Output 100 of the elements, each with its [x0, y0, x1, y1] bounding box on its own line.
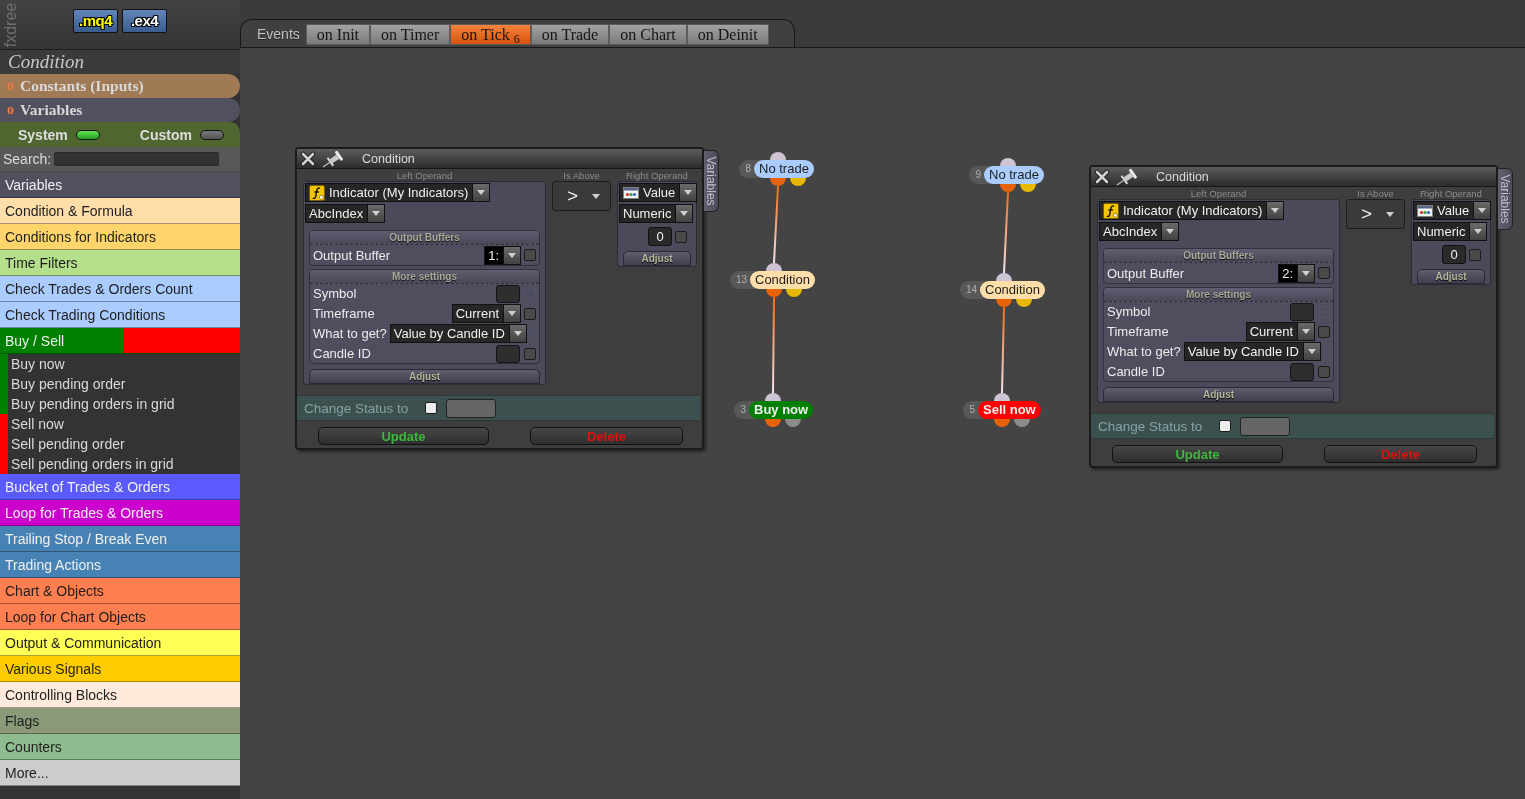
output-port-icon [1000, 184, 1016, 192]
checkbox[interactable] [524, 347, 536, 360]
input-field[interactable] [1290, 302, 1314, 321]
caret-icon [1478, 208, 1487, 213]
update-button[interactable]: Update [318, 427, 489, 445]
event-tab[interactable]: on Trade [530, 23, 610, 45]
close-icon[interactable] [1094, 168, 1110, 185]
column-label: Is Above [1356, 189, 1395, 199]
category-item[interactable]: Check Trading Conditions [0, 302, 240, 328]
caret-icon [1386, 211, 1395, 217]
checkbox[interactable] [425, 402, 438, 414]
event-tab[interactable]: on Timer [370, 23, 451, 45]
dropdown[interactable]: Indicator (My Indicators) [305, 183, 491, 202]
category-item[interactable]: Chart & Objects [0, 578, 240, 604]
file-button[interactable]: .ex4 [122, 8, 167, 33]
input-field[interactable] [446, 398, 497, 418]
category-item[interactable]: Controlling Blocks [0, 682, 240, 708]
event-tab[interactable]: on Chart [609, 23, 687, 45]
flow-node[interactable]: Condition [980, 281, 1045, 299]
input-port-icon [765, 393, 781, 401]
category-item[interactable]: Buy / Sell [0, 328, 240, 354]
dropdown[interactable]: 1: [484, 245, 521, 265]
output-port-icon [996, 299, 1012, 307]
category-item[interactable]: Counters [0, 734, 240, 760]
event-tab[interactable]: on Tick $_{6}$ [450, 23, 531, 45]
section-header[interactable]: o Variables [0, 98, 240, 122]
input-field[interactable] [496, 284, 520, 303]
close-icon[interactable] [300, 150, 316, 167]
flow-node[interactable]: No trade [754, 160, 814, 178]
input-field[interactable] [496, 344, 520, 363]
file-button[interactable]: .mq4 [73, 8, 118, 33]
input-field[interactable] [1240, 416, 1291, 436]
caret-icon [1307, 349, 1316, 355]
adjust-button[interactable]: Adjust [1103, 387, 1334, 402]
output-port-icon [785, 419, 801, 427]
flow-node[interactable]: No trade [984, 166, 1044, 184]
input-field[interactable] [1290, 362, 1314, 381]
category-item[interactable]: Output & Communication [0, 630, 240, 656]
dropdown[interactable]: AbcIndex [1099, 222, 1180, 241]
dropdown[interactable]: Value [1413, 201, 1492, 220]
checkbox[interactable] [524, 307, 536, 320]
category-item[interactable]: Check Trades & Orders Count [0, 276, 240, 302]
operator-dropdown[interactable]: > [1346, 199, 1405, 229]
category-item[interactable]: Various Signals [0, 656, 240, 682]
input-port-icon [994, 393, 1010, 401]
sidebar-title: Condition [0, 50, 240, 74]
dropdown[interactable]: Value by Candle ID [389, 324, 527, 344]
category-item[interactable]: More... [0, 760, 240, 786]
section-header: More settings [310, 269, 539, 284]
dropdown[interactable]: Indicator (My Indicators) [1099, 201, 1285, 220]
category-item[interactable]: Bucket of Trades & Orders [0, 474, 240, 500]
category-item[interactable]: Trading Actions [0, 552, 240, 578]
checkbox[interactable] [1318, 325, 1330, 338]
setting-label: Symbol [1107, 304, 1151, 320]
dropdown[interactable]: Value [619, 183, 698, 202]
checkbox[interactable] [524, 249, 536, 261]
side-tab[interactable]: Variables [704, 150, 719, 212]
dropdown[interactable]: Current [1245, 322, 1315, 342]
update-button[interactable]: Update [1112, 445, 1283, 463]
dropdown[interactable]: 2: [1278, 263, 1315, 283]
dropdown[interactable]: AbcIndex [305, 204, 386, 223]
toggle-switch[interactable] [199, 129, 224, 140]
adjust-button[interactable]: Adjust [623, 251, 691, 266]
output-port-icon [766, 289, 782, 297]
input-field[interactable]: 0 [648, 227, 672, 246]
category-item[interactable]: Conditions for Indicators [0, 224, 240, 250]
dropdown[interactable]: Value by Candle ID [1183, 342, 1321, 362]
output-port-icon [770, 178, 786, 186]
checkbox[interactable] [1318, 365, 1330, 378]
adjust-button[interactable]: Adjust [309, 369, 540, 384]
category-item[interactable]: Trailing Stop / Break Even [0, 526, 240, 552]
toggle-switch[interactable] [75, 129, 100, 140]
side-tab[interactable]: Variables [1498, 168, 1513, 230]
dropdown[interactable]: Numeric [619, 204, 694, 223]
column-label: Right Operand [625, 171, 689, 181]
adjust-button[interactable]: Adjust [1417, 269, 1485, 284]
checkbox[interactable] [1469, 248, 1481, 261]
column-label: Left Operand [395, 171, 454, 181]
setting-label: Timeframe [1107, 324, 1169, 340]
flow-node[interactable]: Sell now [978, 401, 1041, 419]
flow-node[interactable]: Condition [750, 271, 815, 289]
checkbox[interactable] [1318, 267, 1330, 279]
flow-node[interactable]: Buy now [749, 401, 814, 419]
category-item[interactable]: Condition & Formula [0, 198, 240, 224]
category-item[interactable]: Flags [0, 708, 240, 734]
search-field[interactable] [54, 152, 220, 166]
output-port-icon [765, 419, 781, 427]
toggle-label: System [18, 126, 68, 143]
operator-dropdown[interactable]: > [552, 181, 611, 211]
event-tab[interactable]: on Init [305, 23, 371, 45]
input-field[interactable]: 0 [1442, 245, 1466, 264]
category-item[interactable]: Loop for Trades & Orders [0, 500, 240, 526]
category-item[interactable]: Variables [0, 172, 240, 198]
dropdown[interactable]: Numeric [1413, 222, 1488, 241]
checkbox[interactable] [675, 230, 687, 243]
checkbox[interactable] [1219, 420, 1232, 432]
dropdown[interactable]: Current [451, 304, 521, 324]
category-item[interactable]: Loop for Chart Objects [0, 604, 240, 630]
event-tab[interactable]: on Deinit [686, 23, 769, 45]
category-item[interactable]: Time Filters [0, 250, 240, 276]
